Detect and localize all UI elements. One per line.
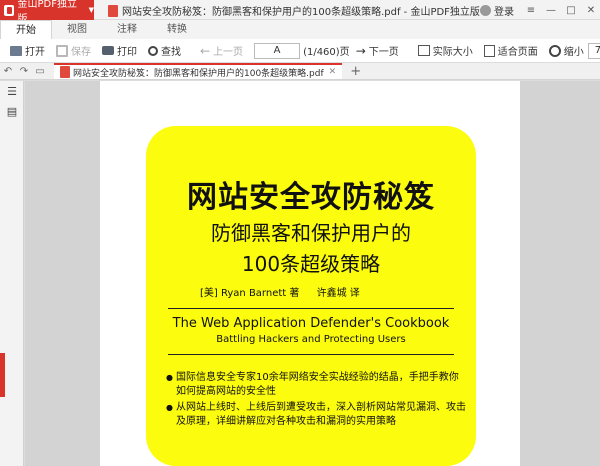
document-tab[interactable]: 网站安全攻防秘笈：防御黑客和保护用户的100条超级策略.pdf ✕ (54, 63, 343, 79)
login-button[interactable]: 登录 (480, 3, 514, 18)
save-small-icon[interactable]: ▭ (32, 66, 48, 77)
document-tab-bar: ↶ ↷ ▭ 网站安全攻防秘笈：防御黑客和保护用户的100条超级策略.pdf ✕ … (0, 63, 600, 80)
user-icon (480, 4, 491, 16)
redo-icon[interactable]: ↷ (16, 66, 32, 77)
divider (168, 308, 454, 309)
cover-subtitle-line2: 100条超级策略 (241, 252, 381, 276)
tab-convert[interactable]: 转换 (152, 20, 202, 39)
folder-icon (10, 45, 22, 56)
cover-translator: 许鑫城 译 (316, 288, 360, 299)
pdf-file-icon (60, 66, 70, 78)
undo-icon[interactable]: ↶ (0, 66, 16, 77)
tab-start[interactable]: 开始 (0, 20, 52, 39)
save-button[interactable]: 保存 (56, 43, 91, 58)
menu-icon[interactable]: ≡ (522, 0, 540, 20)
close-icon[interactable]: ✕ (329, 67, 337, 77)
arrow-right-icon: → (355, 43, 366, 58)
cover-subtitle-line1: 防御黑客和保护用户的 (211, 221, 411, 245)
title-bar: 金山PDF独立版 ▼ 网站安全攻防秘笈：防御黑客和保护用户的100条超级策略.p… (0, 0, 600, 25)
document-viewer[interactable]: 网站安全攻防秘笈 防御黑客和保护用户的 100条超级策略 [美] Ryan Ba… (25, 81, 600, 466)
maximize-icon[interactable]: □ (562, 0, 580, 20)
cover-author: [美] Ryan Barnett 著 (200, 288, 300, 299)
app-logo-icon (4, 4, 15, 16)
page-number-input[interactable]: A (254, 42, 301, 59)
cover-title: 网站安全攻防秘笈 (187, 180, 435, 215)
next-page-button[interactable]: → 下一页 (355, 43, 399, 59)
print-button[interactable]: 打印 (102, 43, 137, 58)
zoom-out-button[interactable]: 缩小 (548, 43, 584, 58)
zoom-out-icon (548, 44, 561, 57)
cover-bullet-2: 从网站上线时、上线后到遭受攻击，深入剖析网站常见漏洞、攻击及原理，详细讲解应对各… (166, 401, 466, 429)
bookmark-list-icon[interactable]: ☰ (0, 81, 24, 101)
open-button[interactable]: 打开 (10, 43, 45, 58)
page-count: (1/460)页 (303, 47, 350, 58)
app-menu-button[interactable]: 金山PDF独立版 ▼ (0, 0, 94, 25)
chevron-down-icon: ▼ (88, 6, 94, 14)
sidebar-toggle-handle[interactable] (0, 353, 5, 397)
cover-credits: [美] Ryan Barnett 著 许鑫城 译 (200, 284, 374, 299)
cover-english-title: The Web Application Defender's Cookbook (172, 316, 450, 331)
pdf-file-icon (108, 4, 118, 17)
cover-bullet-1: 国际信息安全专家10余年网络安全实战经验的结晶，手把手教你如何提高网站的安全性 (166, 371, 466, 399)
window-title: 网站安全攻防秘笈：防御黑客和保护用户的100条超级策略.pdf - 金山PDF独… (108, 3, 480, 18)
tab-view[interactable]: 视图 (52, 20, 102, 39)
tab-annotate[interactable]: 注释 (102, 20, 152, 39)
thumbnail-icon[interactable]: ▤ (0, 101, 24, 121)
pdf-page: 网站安全攻防秘笈 防御黑客和保护用户的 100条超级策略 [美] Ryan Ba… (100, 81, 520, 466)
document-tab-label: 网站安全攻防秘笈：防御黑客和保护用户的100条超级策略.pdf (73, 68, 324, 79)
divider (168, 354, 454, 355)
arrow-left-icon: ← (200, 43, 211, 58)
book-cover: 网站安全攻防秘笈 防御黑客和保护用户的 100条超级策略 [美] Ryan Ba… (146, 126, 476, 466)
save-icon (56, 44, 68, 57)
close-window-icon[interactable]: ✕ (582, 0, 600, 20)
actual-size-button[interactable]: 实际大小 (417, 43, 473, 58)
fit-page-icon (483, 44, 495, 57)
zoom-input[interactable]: 75% (587, 42, 600, 59)
find-button[interactable]: 查找 (148, 43, 181, 58)
fit-page-button[interactable]: 适合页面 (483, 43, 538, 58)
print-icon (102, 46, 114, 55)
left-sidebar: ☰ ▤ (0, 81, 24, 466)
cover-english-subtitle: Battling Hackers and Protecting Users (216, 334, 406, 345)
ribbon-tabs: 开始 视图 注释 转换 (0, 20, 600, 39)
search-icon (148, 45, 158, 56)
toolbar: 打开 保存 打印 查找 ← 上一页 A (1/460)页 → 下一页 实际大小 … (0, 39, 600, 63)
actual-size-icon (417, 45, 430, 56)
prev-page-button[interactable]: ← 上一页 (200, 43, 243, 59)
minimize-icon[interactable]: — (542, 0, 560, 20)
add-icon[interactable]: + (350, 64, 361, 79)
